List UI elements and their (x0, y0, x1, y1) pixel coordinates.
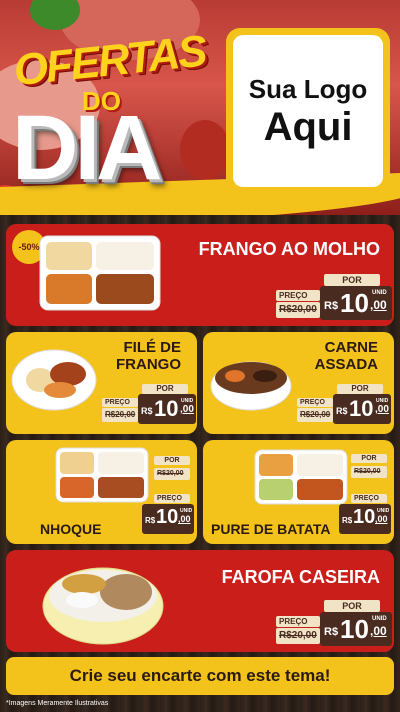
food-image (10, 344, 98, 414)
price-tag: POR R$20,00 PREÇO R$ 10 UNID ,00 (339, 454, 393, 540)
logo-text-line1: Sua Logo (248, 73, 368, 104)
food-image (40, 556, 166, 648)
food-image (253, 448, 349, 506)
product-card-carne-assada[interactable]: CARNE ASSADA POR PREÇO R$20,00 R$ 10 UNI… (203, 332, 394, 434)
cta-banner[interactable]: Crie seu encarte com este tema! (6, 657, 394, 695)
logo-text-line2: Aqui (263, 104, 353, 149)
price-tag: POR PREÇO R$20,00 R$ 10 UNID ,00 (276, 600, 392, 648)
product-name: CARNE ASSADA (314, 339, 378, 373)
product-name: FILÉ DE FRANGO (116, 339, 181, 373)
product-name: FRANGO AO MOLHO (198, 239, 380, 259)
disclaimer-text: *Imagens Meramente Ilustrativas (6, 700, 109, 707)
product-name: FAROFA CASEIRA (221, 567, 380, 587)
food-image (207, 352, 295, 414)
product-card-file-de-frango[interactable]: FILÉ DE FRANGO POR PREÇO R$20,00 R$ 10 U… (6, 332, 197, 434)
product-name: NHOQUE (40, 521, 102, 537)
price-tag: POR PREÇO R$20,00 R$ 10 UNID ,00 (297, 384, 391, 424)
food-image (38, 232, 162, 314)
product-name: PURE DE BATATA (211, 521, 331, 537)
meat-image (180, 120, 230, 180)
product-card-pure-de-batata[interactable]: PURE DE BATATA POR R$20,00 PREÇO R$ 10 U… (203, 440, 394, 544)
food-image (54, 446, 150, 504)
logo-placeholder: Sua Logo Aqui (226, 28, 390, 194)
price-tag: POR PREÇO R$20,00 R$ 10 UNID ,00 (276, 274, 392, 322)
price-tag: POR R$20,00 PREÇO R$ 10 UNID ,00 (142, 456, 194, 540)
price-tag: POR PREÇO R$20,00 R$ 10 UNID ,00 (102, 384, 196, 424)
product-card-nhoque[interactable]: NHOQUE POR R$20,00 PREÇO R$ 10 UNID ,00 (6, 440, 197, 544)
title-dia: DIA (12, 97, 162, 199)
product-card-frango-ao-molho[interactable]: -50% FRANGO AO MOLHO POR PREÇO R$20,00 R… (6, 224, 394, 326)
product-card-farofa-caseira[interactable]: FAROFA CASEIRA POR PREÇO R$20,00 R$ 10 U… (6, 550, 394, 652)
